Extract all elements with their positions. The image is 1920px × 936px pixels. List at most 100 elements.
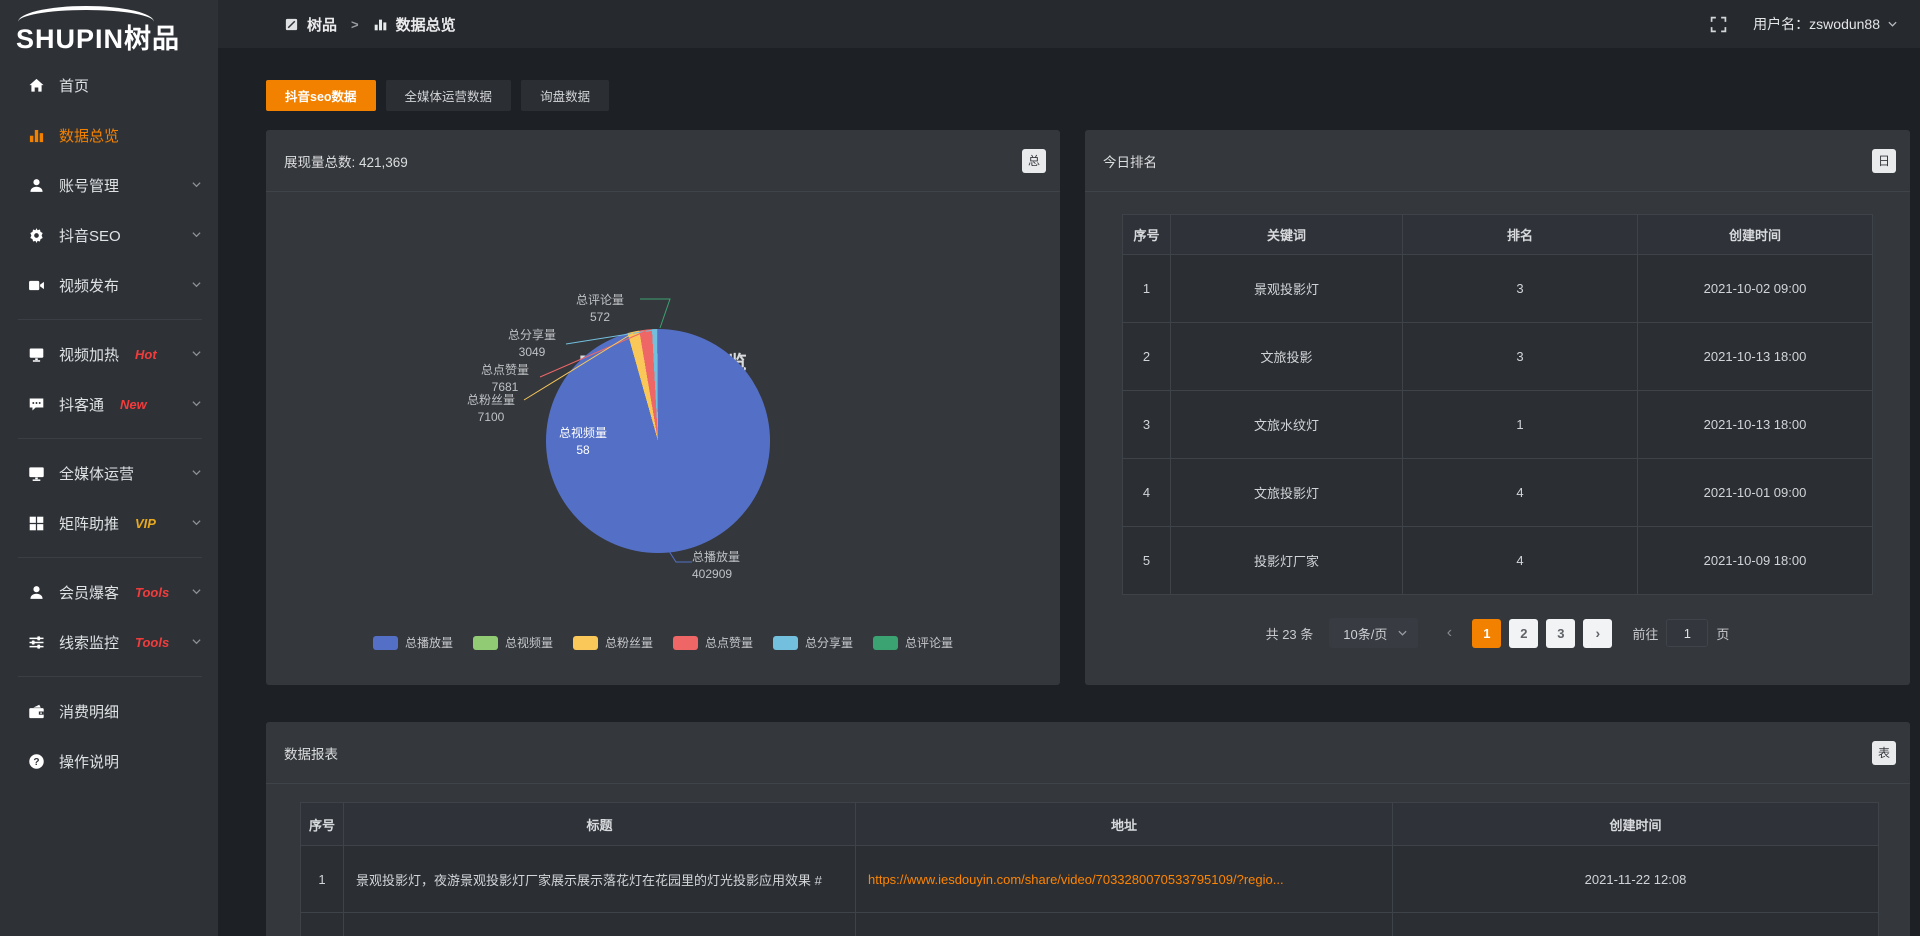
table-view-button[interactable]: 表	[1872, 741, 1896, 765]
chart-panel-title: 展现量总数: 421,369	[284, 151, 408, 171]
sidebar-item-doukoutong[interactable]: 抖客通New	[0, 379, 218, 429]
report-column-header: 创建时间	[1393, 803, 1879, 846]
report-cell-time: 2021-11-22 12:08	[1393, 846, 1879, 913]
logo-text: SHUPIN树品	[16, 17, 180, 56]
ranking-cell: 3	[1403, 255, 1638, 323]
pie-label-fans: 总粉丝量7100	[458, 392, 524, 426]
video-link[interactable]: https://www.iesdouyin.com/share/video/70…	[868, 872, 1284, 887]
gear-icon	[28, 227, 45, 244]
table-row: 5投影灯厂家42021-10-09 18:00	[1123, 527, 1873, 595]
chevron-down-icon	[191, 346, 202, 363]
chevron-down-icon	[191, 177, 202, 194]
legend-item-2[interactable]: 总粉丝量	[573, 634, 653, 651]
svg-text:?: ?	[33, 756, 39, 767]
user-menu[interactable]: 用户名：zswodun88	[1753, 14, 1898, 34]
sidebar-item-media-operation[interactable]: 全媒体运营	[0, 448, 218, 498]
sidebar-item-label: 视频加热	[59, 344, 119, 365]
bar-chart-icon	[28, 127, 45, 144]
report-cell-title: 景观投影灯，夜游景观投影灯厂家展示展示落花灯在花园里的灯光投影应用效果 #	[344, 846, 856, 913]
sidebar-badge: Hot	[135, 347, 157, 362]
ranking-table-header-row: 序号关键词排名创建时间	[1123, 215, 1873, 255]
home-icon	[28, 77, 45, 94]
sidebar-item-data-overview[interactable]: 数据总览	[0, 110, 218, 160]
ranking-cell: 4	[1123, 459, 1171, 527]
pie-label-plays: 总播放量402909	[692, 549, 782, 583]
ranking-cell: 文旅水纹灯	[1171, 391, 1403, 459]
sidebar-item-label: 首页	[59, 75, 89, 96]
sidebar-item-clue-monitor[interactable]: 线索监控Tools	[0, 617, 218, 667]
ranking-cell: 2	[1123, 323, 1171, 391]
pie-label-shares: 总分享量3049	[498, 327, 566, 361]
sidebar-item-account-manage[interactable]: 账号管理	[0, 160, 218, 210]
next-page-button[interactable]: ›	[1583, 619, 1612, 648]
ranking-cell: 2021-10-02 09:00	[1638, 255, 1873, 323]
sidebar-item-home[interactable]: 首页	[0, 60, 218, 110]
sidebar-item-member-baoke[interactable]: 会员爆客Tools	[0, 567, 218, 617]
pagination-total: 共 23 条	[1266, 624, 1314, 643]
sidebar-nav: 首页数据总览账号管理抖音SEO视频发布视频加热 Hot 抖客通New 全媒体运营矩阵助…	[0, 60, 218, 786]
page-buttons: 123	[1468, 619, 1579, 648]
sidebar-item-label: 抖客通	[59, 394, 104, 415]
camera-icon	[28, 277, 45, 294]
report-table-body: 1 景观投影灯，夜游景观投影灯厂家展示展示落花灯在花园里的灯光投影应用效果 # …	[301, 846, 1879, 936]
table-row: 1景观投影灯32021-10-02 09:00	[1123, 255, 1873, 323]
sidebar-item-matrix-boost[interactable]: 矩阵助推VIP	[0, 498, 218, 548]
tab-0[interactable]: 抖音seo数据	[266, 80, 376, 111]
monitor-icon	[28, 465, 45, 482]
sidebar-divider	[18, 557, 202, 558]
ranking-column-header: 排名	[1403, 215, 1638, 255]
table-row: 2文旅投影32021-10-13 18:00	[1123, 323, 1873, 391]
legend-item-0[interactable]: 总播放量	[373, 634, 453, 651]
help-icon: ?	[28, 753, 45, 770]
page-unit-label: 页	[1716, 624, 1729, 643]
sidebar-badge: Tools	[135, 635, 169, 650]
sidebar-item-video-publish[interactable]: 视频发布	[0, 260, 218, 310]
tab-2[interactable]: 询盘数据	[521, 80, 609, 111]
sidebar-item-consumption-detail[interactable]: 消费明细	[0, 686, 218, 736]
sidebar-divider	[18, 438, 202, 439]
prev-page-button[interactable]: ‹	[1436, 619, 1462, 648]
user-icon	[28, 177, 45, 194]
total-view-button[interactable]: 总	[1022, 149, 1046, 173]
sliders-icon	[28, 634, 45, 651]
ranking-cell: 1	[1403, 391, 1638, 459]
page-size-select[interactable]: 10条/页	[1329, 618, 1418, 648]
legend-item-3[interactable]: 总点赞量	[673, 634, 753, 651]
page-button-3[interactable]: 3	[1546, 619, 1575, 648]
ranking-cell: 2021-10-13 18:00	[1638, 323, 1873, 391]
table-row-partial	[301, 913, 1879, 936]
legend-label: 总点赞量	[705, 634, 753, 651]
username-label: 用户名：zswodun88	[1753, 14, 1880, 34]
legend-item-5[interactable]: 总评论量	[873, 634, 953, 651]
sidebar-item-video-heat[interactable]: 视频加热 Hot	[0, 329, 218, 379]
app-square-icon	[284, 17, 299, 32]
sidebar-item-douyin-seo[interactable]: 抖音SEO	[0, 210, 218, 260]
chevron-down-icon	[191, 396, 202, 413]
breadcrumb-root[interactable]: 树品	[307, 14, 337, 35]
sidebar-item-instructions[interactable]: ?操作说明	[0, 736, 218, 786]
chevron-down-icon	[1887, 19, 1898, 29]
today-ranking-panel: 今日排名 日 序号关键词排名创建时间 1景观投影灯32021-10-02 09:…	[1085, 130, 1910, 685]
topbar: 树品 > 数据总览 用户名：zswodun88	[218, 0, 1920, 48]
ranking-cell: 投影灯厂家	[1171, 527, 1403, 595]
ranking-cell: 2021-10-13 18:00	[1638, 391, 1873, 459]
tab-1[interactable]: 全媒体运营数据	[386, 80, 512, 111]
wallet-icon	[28, 703, 45, 720]
legend-label: 总分享量	[805, 634, 853, 651]
chart-panel-header: 展现量总数: 421,369 总	[266, 130, 1060, 192]
sidebar-item-label: 账号管理	[59, 175, 119, 196]
legend-item-1[interactable]: 总视频量	[473, 634, 553, 651]
page-button-1[interactable]: 1	[1472, 619, 1501, 648]
page-button-2[interactable]: 2	[1509, 619, 1538, 648]
legend-label: 总播放量	[405, 634, 453, 651]
day-view-button[interactable]: 日	[1872, 149, 1896, 173]
pagination: 共 23 条 10条/页 ‹ 123 › 前往 页	[1085, 618, 1910, 648]
goto-page-input[interactable]	[1666, 619, 1708, 647]
sidebar: SHUPIN树品 首页数据总览账号管理抖音SEO视频发布视频加热 Hot 抖客通Ne…	[0, 0, 218, 936]
fullscreen-icon[interactable]	[1710, 16, 1727, 33]
chevron-down-icon	[191, 584, 202, 601]
chevron-down-icon	[1397, 626, 1408, 641]
legend-swatch	[373, 636, 398, 650]
breadcrumb: 树品 > 数据总览	[284, 14, 456, 35]
legend-item-4[interactable]: 总分享量	[773, 634, 853, 651]
